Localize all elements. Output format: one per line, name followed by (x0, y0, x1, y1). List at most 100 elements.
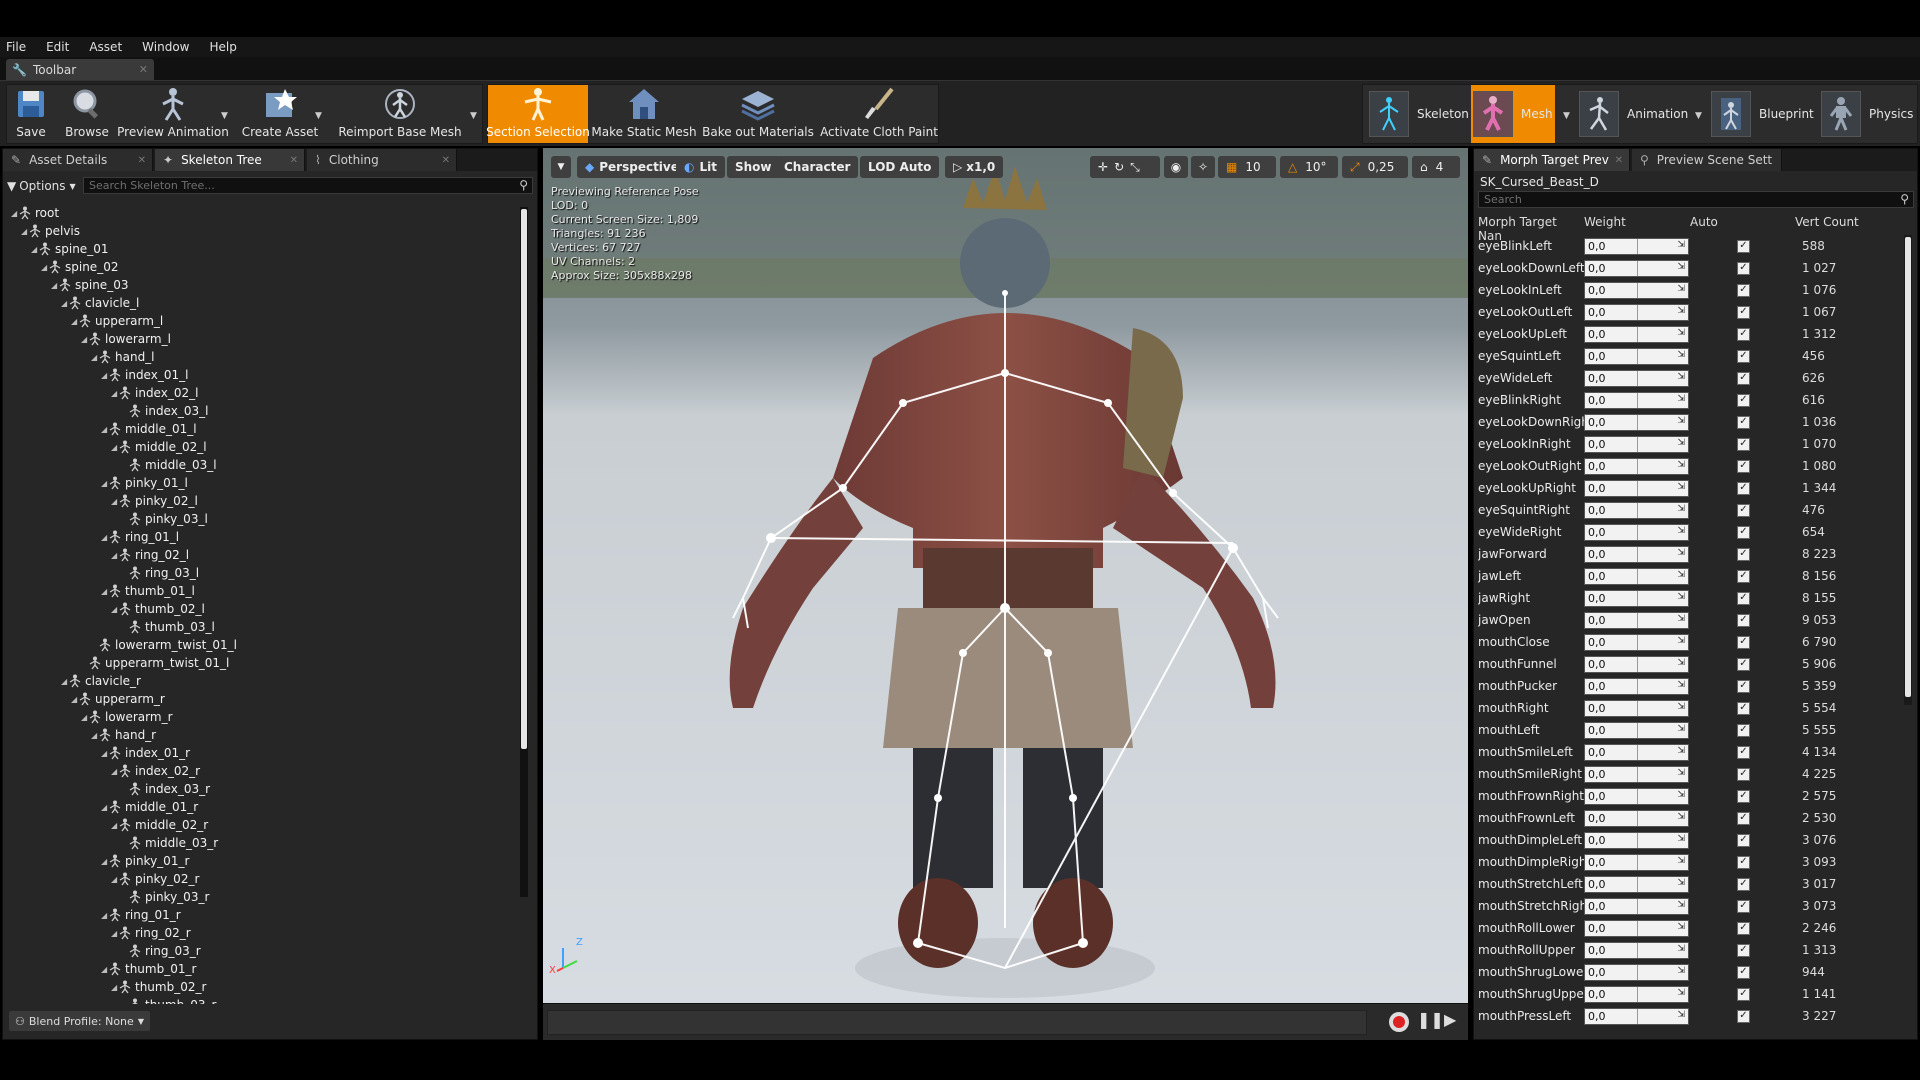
weight-input[interactable]: 0,0 ⇲ (1584, 391, 1689, 409)
bone-row[interactable]: pinky_03_r (121, 888, 209, 906)
timeline-track[interactable] (547, 1010, 1367, 1035)
auto-checkbox[interactable]: ✓ (1737, 371, 1750, 385)
auto-checkbox[interactable]: ✓ (1737, 877, 1750, 891)
save-button[interactable]: Save (7, 85, 55, 143)
auto-checkbox[interactable]: ✓ (1737, 503, 1750, 517)
bone-row[interactable]: pinky_03_l (121, 510, 208, 528)
world-local-button[interactable]: ◉ (1164, 156, 1188, 178)
lit-button[interactable]: ◐ Lit (676, 156, 725, 178)
browse-button[interactable]: Browse (59, 85, 115, 143)
expand-arrow-icon[interactable]: ◢ (91, 353, 99, 362)
bone-row[interactable]: index_03_l (121, 402, 208, 420)
weight-input[interactable]: 0,0 ⇲ (1584, 325, 1689, 343)
auto-checkbox[interactable]: ✓ (1737, 283, 1750, 297)
auto-checkbox[interactable]: ✓ (1737, 327, 1750, 341)
rotate-icon[interactable]: ↻ (1114, 160, 1124, 174)
record-icon[interactable] (1389, 1012, 1409, 1032)
bone-row[interactable]: ◢ spine_01 (31, 240, 108, 258)
skeleton-tree-scrollbar[interactable] (520, 207, 528, 897)
auto-checkbox[interactable]: ✓ (1737, 701, 1750, 715)
bone-row[interactable]: ◢ spine_02 (41, 258, 118, 276)
bone-row[interactable]: middle_03_r (121, 834, 218, 852)
bone-row[interactable]: ◢ ring_01_r (101, 906, 181, 924)
bone-row[interactable]: ◢ pinky_02_l (111, 492, 198, 510)
auto-checkbox[interactable]: ✓ (1737, 987, 1750, 1001)
menu-window[interactable]: Window (142, 40, 189, 54)
weight-input[interactable]: 0,0 ⇲ (1584, 303, 1689, 321)
bone-row[interactable]: ◢ pinky_01_l (101, 474, 188, 492)
expand-arrow-icon[interactable]: ◢ (101, 371, 109, 380)
bone-row[interactable]: ◢ thumb_01_l (101, 582, 195, 600)
bone-row[interactable]: thumb_03_l (121, 618, 215, 636)
rotation-snap-button[interactable]: △ 10° (1280, 156, 1338, 178)
expand-arrow-icon[interactable]: ◢ (111, 389, 119, 398)
menu-help[interactable]: Help (209, 40, 236, 54)
auto-checkbox[interactable]: ✓ (1737, 921, 1750, 935)
expand-arrow-icon[interactable]: ◢ (101, 911, 109, 920)
column-header-vert-count[interactable]: Vert Count (1795, 215, 1859, 233)
weight-input[interactable]: 0,0 ⇲ (1584, 765, 1689, 783)
weight-input[interactable]: 0,0 ⇲ (1584, 523, 1689, 541)
playback-speed-button[interactable]: ▷ x1,0 (945, 156, 1004, 178)
close-icon[interactable]: ✕ (442, 155, 450, 166)
expand-arrow-icon[interactable]: ◢ (111, 821, 119, 830)
expand-arrow-icon[interactable]: ◢ (111, 497, 119, 506)
grid-snap-button[interactable]: ▦ 10 (1218, 156, 1276, 178)
expand-arrow-icon[interactable]: ◢ (91, 731, 99, 740)
bone-row[interactable]: ◢ hand_l (91, 348, 155, 366)
mode-skeleton-button[interactable]: Skeleton (1369, 85, 1469, 143)
menu-edit[interactable]: Edit (46, 40, 69, 54)
bone-row[interactable]: lowerarm_twist_01_l (91, 636, 237, 654)
auto-checkbox[interactable]: ✓ (1737, 855, 1750, 869)
camera-speed-button[interactable]: ⌂ 4 (1412, 156, 1460, 178)
auto-checkbox[interactable]: ✓ (1737, 613, 1750, 627)
bake-out-materials-button[interactable]: Bake out Materials (700, 85, 816, 143)
expand-arrow-icon[interactable]: ◢ (101, 479, 109, 488)
auto-checkbox[interactable]: ✓ (1737, 591, 1750, 605)
auto-checkbox[interactable]: ✓ (1737, 965, 1750, 979)
expand-arrow-icon[interactable]: ◢ (41, 263, 49, 272)
auto-checkbox[interactable]: ✓ (1737, 811, 1750, 825)
tab-preview-scene-settings[interactable]: ⚲ Preview Scene Sett (1632, 149, 1782, 171)
bone-row[interactable]: ◢ upperarm_r (71, 690, 165, 708)
bone-row[interactable]: ◢ thumb_02_l (111, 600, 205, 618)
lod-button[interactable]: LOD Auto (860, 156, 940, 178)
auto-checkbox[interactable]: ✓ (1737, 789, 1750, 803)
expand-arrow-icon[interactable]: ◢ (111, 767, 119, 776)
bone-row[interactable]: ◢ index_01_r (101, 744, 190, 762)
perspective-button[interactable]: ◆ Perspective (577, 156, 687, 178)
expand-arrow-icon[interactable]: ◢ (71, 695, 79, 704)
bone-row[interactable]: ◢ middle_02_l (111, 438, 207, 456)
expand-arrow-icon[interactable]: ◢ (21, 227, 29, 236)
weight-input[interactable]: 0,0 ⇲ (1584, 281, 1689, 299)
weight-input[interactable]: 0,0 ⇲ (1584, 479, 1689, 497)
weight-input[interactable]: 0,0 ⇲ (1584, 831, 1689, 849)
expand-arrow-icon[interactable]: ◢ (111, 551, 119, 560)
bone-row[interactable]: ◢ lowerarm_r (81, 708, 173, 726)
tab-morph-target-preview[interactable]: ✎ Morph Target Prev ✕ (1474, 149, 1630, 171)
weight-input[interactable]: 0,0 ⇲ (1584, 237, 1689, 255)
expand-arrow-icon[interactable]: ◢ (61, 299, 69, 308)
auto-checkbox[interactable]: ✓ (1737, 547, 1750, 561)
tab-skeleton-tree[interactable]: ✦ Skeleton Tree ✕ (155, 149, 305, 171)
weight-input[interactable]: 0,0 ⇲ (1584, 721, 1689, 739)
bone-row[interactable]: middle_03_l (121, 456, 217, 474)
bone-row[interactable]: ◢ thumb_01_r (101, 960, 196, 978)
chevron-down-icon[interactable]: ▼ (1563, 111, 1570, 121)
bone-row[interactable]: ring_03_l (121, 564, 199, 582)
bone-row[interactable]: ◢ thumb_02_r (111, 978, 206, 996)
character-button[interactable]: Character (776, 156, 859, 178)
weight-input[interactable]: 0,0 ⇲ (1584, 259, 1689, 277)
expand-arrow-icon[interactable]: ◢ (11, 209, 19, 218)
toolbar-tab[interactable]: 🔧 Toolbar ✕ (6, 59, 154, 80)
next-frame-icon[interactable]: ▶ (1444, 1010, 1456, 1029)
weight-input[interactable]: 0,0 ⇲ (1584, 743, 1689, 761)
auto-checkbox[interactable]: ✓ (1737, 767, 1750, 781)
expand-arrow-icon[interactable]: ◢ (71, 317, 79, 326)
weight-input[interactable]: 0,0 ⇲ (1584, 501, 1689, 519)
mode-physics-button[interactable]: Physics (1821, 85, 1913, 143)
auto-checkbox[interactable]: ✓ (1737, 679, 1750, 693)
bone-row[interactable]: ◢ hand_r (91, 726, 156, 744)
weight-input[interactable]: 0,0 ⇲ (1584, 567, 1689, 585)
auto-checkbox[interactable]: ✓ (1737, 239, 1750, 253)
